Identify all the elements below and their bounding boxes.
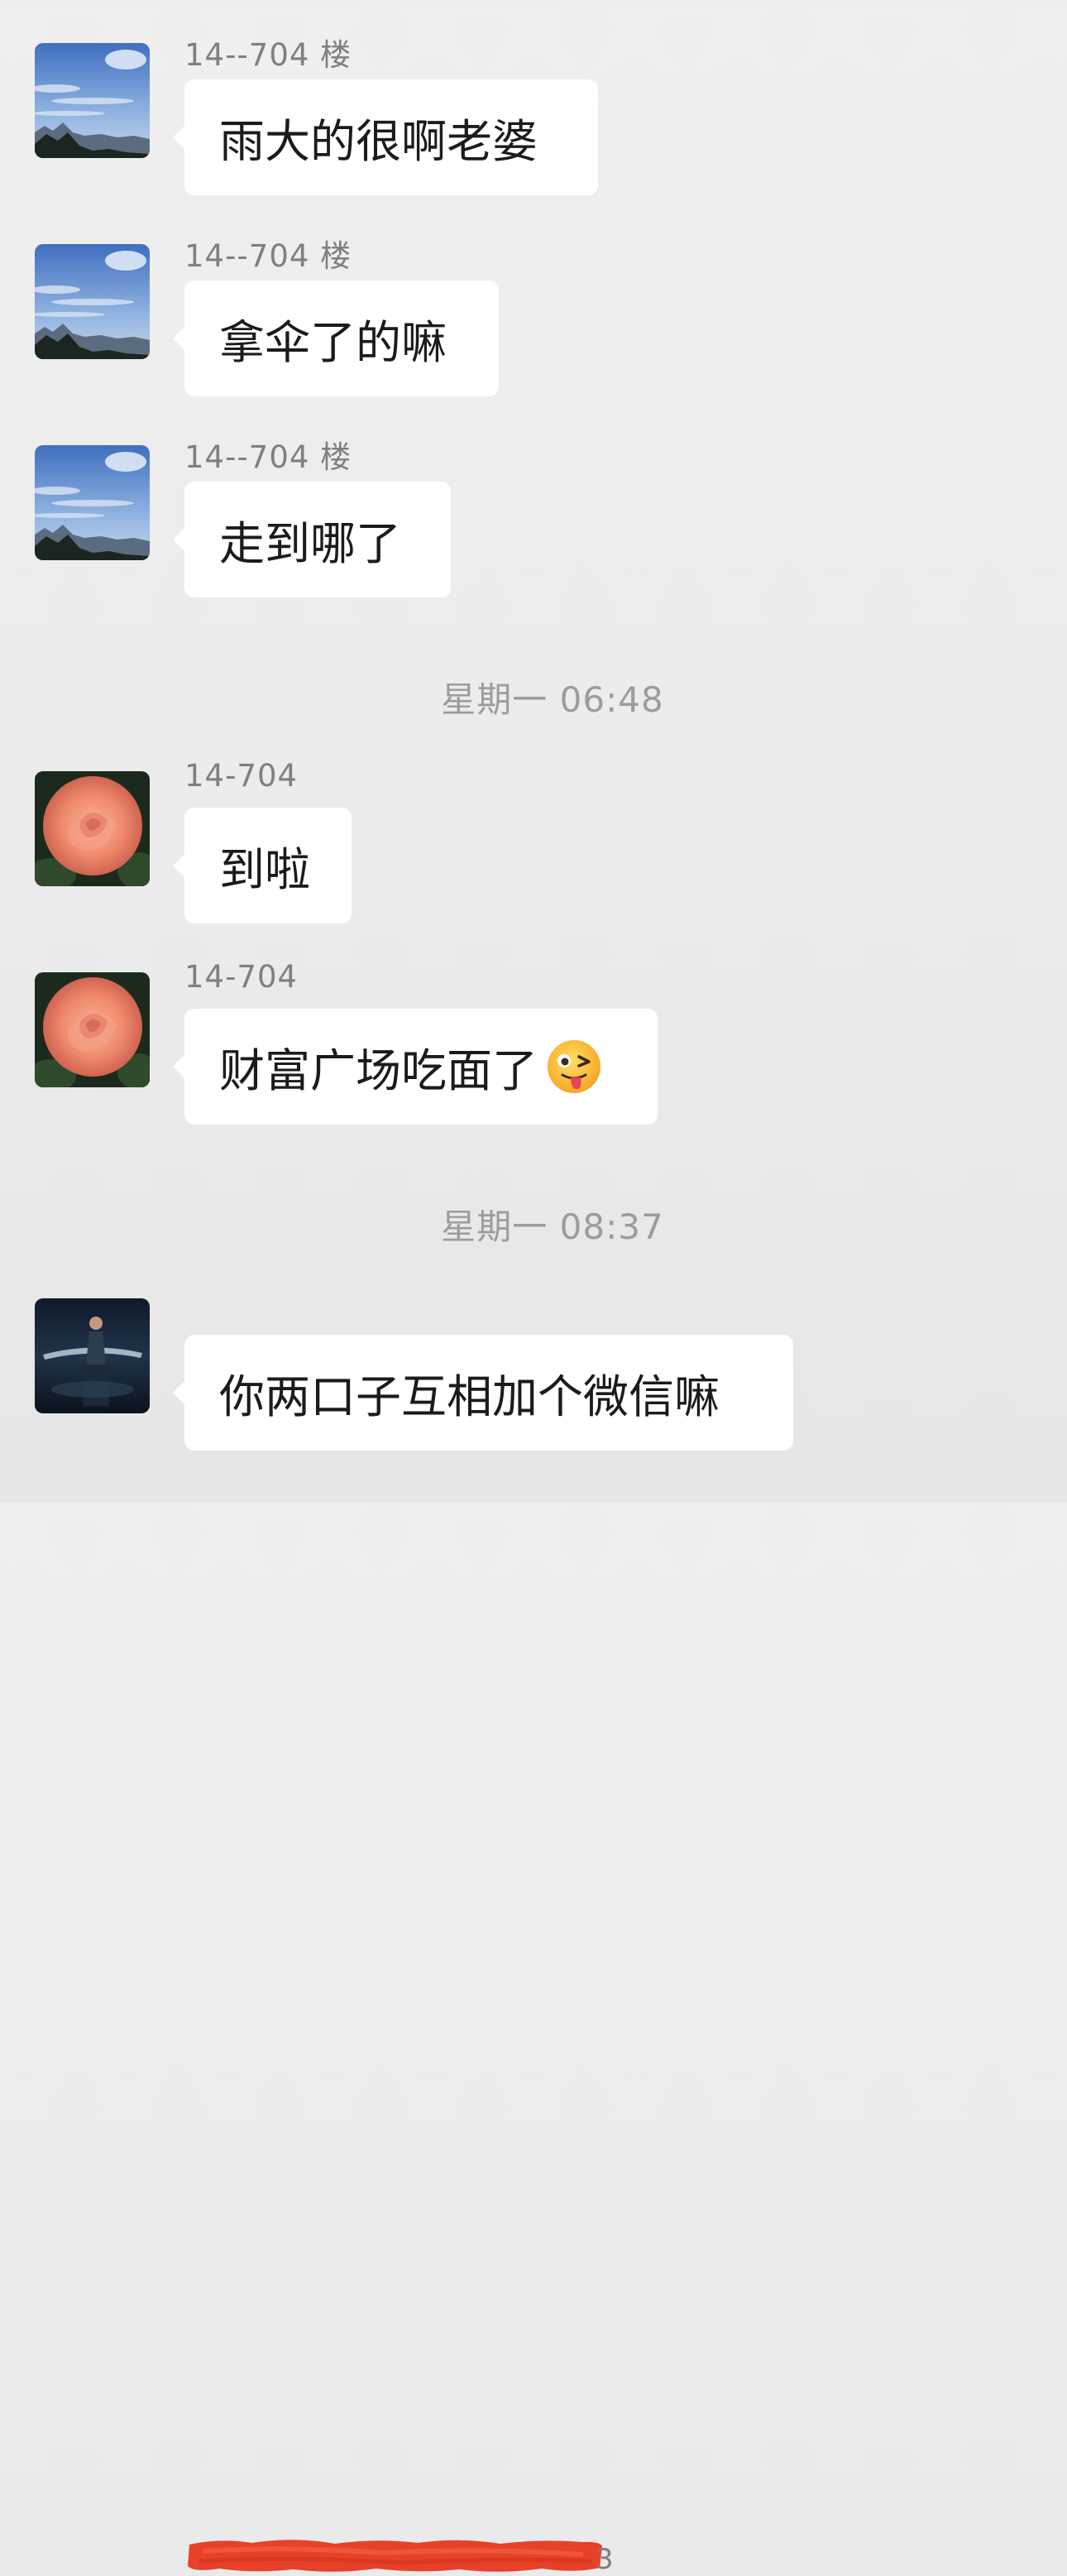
message-text: 你两口子互相加个微信嘛: [219, 1370, 720, 1423]
sender-name: 14-704: [184, 758, 299, 794]
sender-name: 14--704 楼: [184, 238, 352, 274]
message-text: 雨大的很啊老婆: [219, 115, 538, 168]
message-text: 财富广场吃面了: [219, 1044, 538, 1097]
sender-name: 14--704 楼: [184, 37, 352, 73]
message-bubble[interactable]: 你两口子互相加个微信嘛: [173, 1335, 793, 1451]
chat-area: 14--704 楼 雨大的很啊老婆 14--704 楼 拿伞了的嘛 14--70…: [0, 0, 1067, 2576]
sender-name: 3: [596, 2543, 614, 2576]
message-text: 走到哪了: [219, 517, 402, 570]
message-bubble[interactable]: 雨大的很啊老婆: [173, 79, 598, 195]
message-bubble[interactable]: 拿伞了的嘛: [173, 281, 499, 396]
timestamp: 星期一 06:48: [441, 679, 664, 720]
message-bubble[interactable]: 走到哪了: [173, 482, 451, 597]
rose-avatar-icon[interactable]: [35, 972, 150, 1087]
rose-avatar-icon[interactable]: [35, 771, 150, 886]
message-text: 拿伞了的嘛: [219, 316, 447, 369]
message-bubble[interactable]: 到啦: [173, 808, 352, 923]
message-text: 到啦: [219, 843, 311, 896]
mountain-sky-avatar-icon[interactable]: [35, 244, 150, 359]
winking-tongue-emoji-icon: [546, 1039, 602, 1095]
message-bubble[interactable]: 财富广场吃面了: [173, 1009, 658, 1125]
person-dark-avatar-icon[interactable]: [35, 1298, 150, 1413]
redacted-sender-name: [186, 2536, 604, 2574]
timestamp: 星期一 08:37: [441, 1206, 664, 1247]
mountain-sky-avatar-icon[interactable]: [35, 445, 150, 560]
sender-name: 14--704 楼: [184, 439, 352, 475]
sender-name: 14-704: [184, 959, 299, 995]
mountain-sky-avatar-icon[interactable]: [35, 43, 150, 158]
